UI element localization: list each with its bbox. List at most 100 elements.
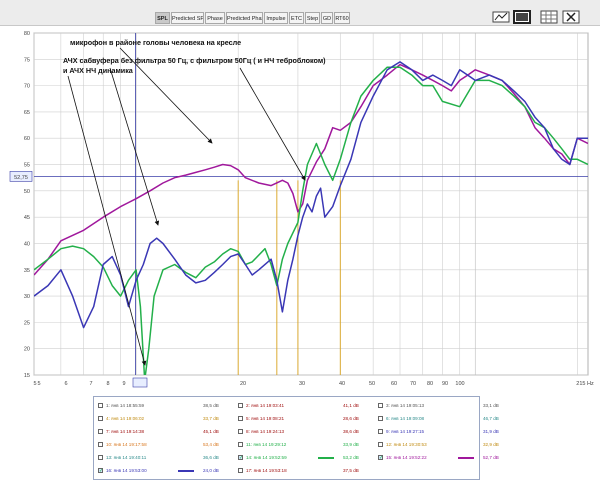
legend-line-swatch <box>318 457 334 459</box>
trace-visibility-checkbox[interactable] <box>238 468 243 473</box>
trace-visibility-checkbox[interactable] <box>238 429 243 434</box>
tab-phase[interactable]: Phase <box>205 12 225 24</box>
x-tick-label: 80 <box>427 381 433 387</box>
legend-value: 38,6 dB <box>343 429 359 434</box>
tab-predicted-phase[interactable]: Predicted Phase <box>226 12 263 24</box>
legend-value: 31,9 dB <box>483 429 499 434</box>
tab-spl[interactable]: SPL <box>155 12 170 24</box>
trace-visibility-checkbox[interactable] <box>98 442 103 447</box>
legend-row: 3: янв 14 19:05:13 33,1 dB <box>378 400 514 411</box>
y-tick-label: 35 <box>24 268 30 274</box>
trace-visibility-checkbox[interactable] <box>98 416 103 421</box>
trace-visibility-checkbox[interactable] <box>378 442 383 447</box>
legend-value: 53,4 dB <box>203 442 219 447</box>
tab-step[interactable]: Step <box>305 12 320 24</box>
legend-label[interactable]: 14: янв 14 19:52:59 <box>246 452 287 463</box>
legend-row: 9: янв 14 19:27:15 31,9 dB <box>378 426 514 437</box>
y-tick-label: 55 <box>24 163 30 169</box>
y-tick-label: 30 <box>24 294 30 300</box>
legend-value: 24,0 dB <box>203 468 219 473</box>
trace-visibility-checkbox[interactable] <box>98 429 103 434</box>
legend-label[interactable]: 9: янв 14 19:27:15 <box>386 426 424 437</box>
x-tick-label: 5 <box>33 381 36 387</box>
legend-row: 4: янв 14 19:06:02 33,7 dB <box>98 413 234 424</box>
spl-graph[interactable]: 15202530354045505560657075805567899,9620… <box>0 25 600 391</box>
legend-label[interactable]: 3: янв 14 19:05:13 <box>386 400 424 411</box>
trace-visibility-checkbox[interactable] <box>378 429 383 434</box>
legend-row: 10: янв 14 19:17:58 53,4 dB <box>98 439 234 450</box>
legend-row: 8: янв 14 19:24:13 38,6 dB <box>238 426 374 437</box>
annotation-mic-position: микрофон в районе головы человека на кре… <box>70 38 241 47</box>
trace-visibility-checkbox[interactable] <box>238 403 243 408</box>
legend-row: 16: янв 14 19:53:00 24,0 dB <box>98 465 234 477</box>
tab-gd[interactable]: GD <box>321 12 333 24</box>
trace-visibility-checkbox[interactable] <box>98 403 103 408</box>
legend-value: 36,6 dB <box>203 455 219 460</box>
legend-label[interactable]: 10: янв 14 19:17:58 <box>106 439 147 450</box>
x-tick-label: 50 <box>369 381 375 387</box>
x-tick-label: 20 <box>240 381 246 387</box>
tab-rt60[interactable]: RT60 <box>334 12 350 24</box>
legend-row: 7: янв 14 19:14:38 45,1 dB <box>98 426 234 437</box>
trace-visibility-checkbox[interactable] <box>238 416 243 421</box>
legend-label[interactable]: 15: янв 14 19:52:22 <box>386 452 427 463</box>
legend-line-swatch <box>458 457 474 459</box>
legend-label[interactable]: 13: янв 14 19:40:11 <box>106 452 146 463</box>
legend-label[interactable]: 16: янв 14 19:53:00 <box>106 465 147 476</box>
annotation-woofer-response: и АЧХ НЧ динамика <box>63 66 134 75</box>
x-tick-label: 8 <box>106 381 109 387</box>
legend-label[interactable]: 5: янв 14 19:08:21 <box>246 413 284 424</box>
x-tick-label: 40 <box>339 381 345 387</box>
legend-row: 13: янв 14 19:40:11 36,6 dB <box>98 452 234 463</box>
legend-value: 46,7 dB <box>483 416 499 421</box>
legend-value: 45,1 dB <box>203 429 219 434</box>
trace-visibility-checkbox[interactable] <box>98 466 103 477</box>
legend-value: 41,1 dB <box>343 403 359 408</box>
annotation-subwoofer-response: АЧХ сабвуфера без фильтра 50 Гц, с фильт… <box>63 56 326 65</box>
legend-label[interactable]: 11: янв 14 19:29:12 <box>246 439 286 450</box>
trace-visibility-checkbox[interactable] <box>378 403 383 408</box>
x-tick-label: 7 <box>89 381 92 387</box>
y-tick-label: 70 <box>24 84 30 90</box>
x-tick-label: 30 <box>299 381 305 387</box>
y-tick-label: 15 <box>24 373 30 379</box>
trace-visibility-checkbox[interactable] <box>238 453 243 464</box>
y-tick-label: 40 <box>24 241 30 247</box>
trace-arrangement-icon[interactable] <box>492 10 510 24</box>
legend-label[interactable]: 8: янв 14 19:24:13 <box>246 426 284 437</box>
close-icon[interactable] <box>562 10 580 24</box>
grid-icon[interactable] <box>540 10 558 24</box>
x-tick-label: 9 <box>122 381 125 387</box>
window-icon[interactable] <box>513 10 531 24</box>
legend-value: 33,1 dB <box>483 403 499 408</box>
legend-label[interactable]: 12: янв 14 19:30:53 <box>386 439 427 450</box>
legend-value: 33,7 dB <box>203 416 219 421</box>
tab-impulse[interactable]: Impulse <box>264 12 288 24</box>
legend-row: 15: янв 14 19:52:22 52,7 dB <box>378 452 514 464</box>
legend-label[interactable]: 4: янв 14 19:06:02 <box>106 413 144 424</box>
legend-label[interactable]: 6: янв 14 19:09:08 <box>386 413 424 424</box>
y-cursor-readout: 52,75 <box>14 175 28 181</box>
legend-row: 14: янв 14 19:52:59 53,2 dB <box>238 452 374 464</box>
legend-label[interactable]: 7: янв 14 19:14:38 <box>106 426 144 437</box>
x-tick-label: 90 <box>442 381 448 387</box>
trace-visibility-checkbox[interactable] <box>378 416 383 421</box>
x-tick-label: 5 <box>37 381 40 387</box>
legend-label[interactable]: 2: янв 14 19:03:41 <box>246 400 284 411</box>
x-tick-label: 6 <box>64 381 67 387</box>
y-tick-label: 65 <box>24 110 30 116</box>
legend-value: 53,2 dB <box>343 455 359 460</box>
legend-line-swatch <box>178 470 194 472</box>
x-tick-label: 100 <box>455 381 464 387</box>
legend-label[interactable]: 1: янв 14 18:55:59 <box>106 400 144 411</box>
tab-etc[interactable]: ETC <box>289 12 304 24</box>
trace-visibility-checkbox[interactable] <box>238 442 243 447</box>
y-tick-label: 60 <box>24 136 30 142</box>
legend-label[interactable]: 17: янв 14 19:53:18 <box>246 465 287 476</box>
legend-row: 11: янв 14 19:29:12 33,9 dB <box>238 439 374 450</box>
trace-visibility-checkbox[interactable] <box>378 453 383 464</box>
y-tick-label: 20 <box>24 347 30 353</box>
tab-predicted-spl[interactable]: Predicted SPL <box>171 12 204 24</box>
legend-value: 52,7 dB <box>483 455 499 460</box>
trace-visibility-checkbox[interactable] <box>98 455 103 460</box>
